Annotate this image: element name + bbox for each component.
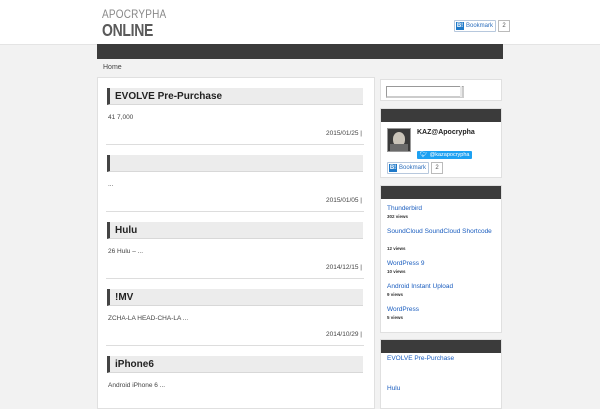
bookmark-count[interactable]: 2	[498, 20, 511, 32]
post-title[interactable]: EVOLVE Pre-Purchase	[107, 88, 363, 105]
logo-bottom-text: ONLINE	[102, 19, 154, 40]
recent-post-link[interactable]: Hulu	[387, 385, 400, 392]
post-date: 2014/10/29 |	[325, 331, 362, 338]
header-bookmark-widget[interactable]: B! Bookmark 2	[454, 20, 511, 32]
bookmark-count[interactable]: 2	[431, 162, 444, 174]
post-excerpt: 41 7,000	[108, 114, 134, 121]
main-content: EVOLVE Pre-Purchase 41 7,000 2015/01/25 …	[97, 77, 375, 409]
post-divider	[106, 211, 364, 212]
site-header: APOCRYPHA ONLINE B! Bookmark 2	[0, 0, 600, 45]
site-logo[interactable]: APOCRYPHA ONLINE	[102, 9, 166, 38]
post-title[interactable]: Hulu	[107, 222, 363, 239]
bookmark-button[interactable]: B! Bookmark	[387, 162, 430, 174]
post-date: 2015/01/05 |	[325, 197, 362, 204]
popular-posts-widget: Thunderbird 302 views SoundCloud SoundCl…	[380, 185, 502, 333]
popular-post-link[interactable]: WordPress 9	[387, 260, 424, 267]
profile-bookmark-widget[interactable]: B! Bookmark 2	[387, 162, 444, 174]
profile-widget: KAZ@Apocrypha 🐦︎ @kazapocrypha B! Bookma…	[380, 108, 502, 178]
post-divider	[106, 278, 364, 279]
hatena-bookmark-icon: B!	[456, 22, 464, 30]
popular-post-link[interactable]: Thunderbird	[387, 205, 422, 212]
twitter-follow-button[interactable]: 🐦︎ @kazapocrypha	[417, 151, 473, 159]
breadcrumb-home[interactable]: Home	[103, 64, 122, 71]
avatar-body	[390, 144, 408, 151]
popular-post-views: 302 views	[387, 214, 409, 219]
post-excerpt: 26 Hulu – ...	[108, 248, 144, 255]
popular-post-link[interactable]: Android Instant Upload	[387, 283, 453, 290]
twitter-handle: @kazapocrypha	[429, 152, 470, 158]
post-excerpt: ...	[108, 181, 114, 188]
global-nav-bar	[97, 44, 503, 59]
popular-post-views: 5 views	[387, 315, 404, 320]
search-widget	[380, 79, 502, 101]
search-input[interactable]	[386, 86, 464, 98]
hatena-bookmark-icon: B!	[389, 164, 397, 172]
post-title[interactable]: iPhone6	[107, 356, 363, 373]
popular-widget-header	[381, 186, 501, 199]
recent-widget-header	[381, 340, 501, 353]
author-avatar	[387, 128, 411, 152]
search-button[interactable]	[460, 86, 462, 97]
post-title[interactable]: !MV	[107, 289, 363, 306]
post-divider	[106, 345, 364, 346]
profile-widget-header	[381, 109, 501, 122]
popular-post-views: 9 views	[387, 292, 404, 297]
post-divider	[106, 144, 364, 145]
post-title[interactable]	[107, 155, 363, 172]
bookmark-button[interactable]: B! Bookmark	[454, 20, 497, 32]
popular-post-link[interactable]: SoundCloud SoundCloud Shortcode	[387, 228, 492, 235]
post-excerpt: Android iPhone 6 ...	[108, 382, 166, 389]
popular-post-views: 12 views	[387, 246, 406, 251]
recent-post-link[interactable]: EVOLVE Pre-Purchase	[387, 355, 454, 362]
author-name: KAZ@Apocrypha	[417, 129, 475, 136]
bookmark-label: Bookmark	[399, 165, 427, 171]
bookmark-label: Bookmark	[466, 23, 494, 29]
popular-post-views: 10 views	[387, 269, 406, 274]
post-excerpt: ZCHA-LA HEAD-CHA-LA ...	[108, 315, 189, 322]
twitter-bird-icon: 🐦︎	[420, 152, 428, 158]
popular-post-link[interactable]: WordPress	[387, 306, 419, 313]
recent-posts-widget: EVOLVE Pre-Purchase Hulu	[380, 339, 502, 409]
post-date: 2014/12/15 |	[325, 264, 362, 271]
post-date: 2015/01/25 |	[325, 130, 362, 137]
